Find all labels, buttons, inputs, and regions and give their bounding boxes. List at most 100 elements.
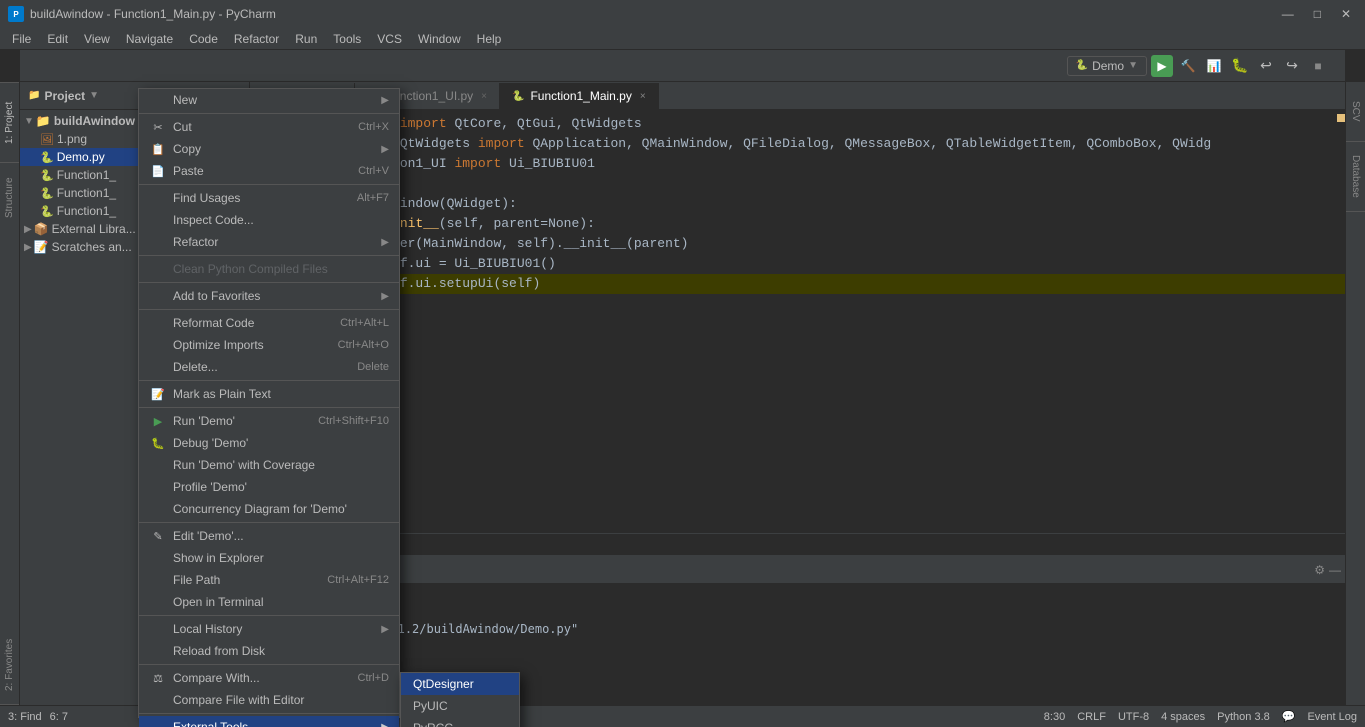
- build-button[interactable]: 🔨: [1177, 55, 1199, 77]
- ctx-refactor[interactable]: Refactor ▶: [139, 231, 399, 253]
- ctx-copy[interactable]: 📋 Copy ▶: [139, 138, 399, 160]
- submenu-qtdesigner[interactable]: QtDesigner: [401, 673, 519, 695]
- ctx-debug-demo-label: Debug 'Demo': [173, 436, 389, 450]
- ctx-run-coverage-label: Run 'Demo' with Coverage: [173, 458, 389, 472]
- menubar: File Edit View Navigate Code Refactor Ru…: [0, 28, 1365, 50]
- tree-label-1png: 1.png: [57, 132, 87, 146]
- ctx-edit-demo[interactable]: ✎ Edit 'Demo'...: [139, 525, 399, 547]
- ctx-optimize-imports[interactable]: Optimize Imports Ctrl+Alt+O: [139, 334, 399, 356]
- ctx-find-usages[interactable]: Find Usages Alt+F7: [139, 187, 399, 209]
- coverage-button[interactable]: 📊: [1203, 55, 1225, 77]
- ctx-file-path-shortcut: Ctrl+Alt+F12: [327, 574, 389, 586]
- status-line-col[interactable]: 8:30: [1044, 711, 1065, 723]
- close-button[interactable]: ✕: [1335, 5, 1357, 23]
- ctx-open-terminal[interactable]: Open in Terminal: [139, 591, 399, 613]
- tab-scv[interactable]: SCV: [1346, 82, 1365, 142]
- ctx-debug-demo[interactable]: 🐛 Debug 'Demo': [139, 432, 399, 454]
- ctx-external-tools[interactable]: External Tools ▶: [139, 716, 399, 727]
- menu-view[interactable]: View: [76, 30, 118, 48]
- menu-edit[interactable]: Edit: [39, 30, 76, 48]
- tree-label-root: buildAwindow: [54, 114, 135, 128]
- run-path-line: D:\py1: [282, 588, 1337, 602]
- project-dropdown[interactable]: ▼: [89, 90, 99, 101]
- ctx-reformat[interactable]: Reformat Code Ctrl+Alt+L: [139, 312, 399, 334]
- ctx-mark-plain-text[interactable]: 📝 Mark as Plain Text: [139, 383, 399, 405]
- ctx-run-coverage[interactable]: Run 'Demo' with Coverage: [139, 454, 399, 476]
- run-config-dropdown[interactable]: 🐍 Demo ▼: [1067, 56, 1147, 76]
- ctx-inspect-label: Inspect Code...: [173, 213, 389, 227]
- ctx-delete[interactable]: Delete... Delete: [139, 356, 399, 378]
- ctx-new[interactable]: New ▶: [139, 89, 399, 111]
- ctx-cut-shortcut: Ctrl+X: [358, 121, 389, 133]
- code-line-8: self.ui = Ui_BIUBIU01(): [250, 254, 1345, 274]
- ctx-reload-disk[interactable]: Reload from Disk: [139, 640, 399, 662]
- ctx-reformat-shortcut: Ctrl+Alt+L: [340, 317, 389, 329]
- debug-button[interactable]: 🐛: [1229, 55, 1251, 77]
- status-crlf[interactable]: CRLF: [1077, 711, 1106, 723]
- panel-settings-icon[interactable]: ⚙: [1314, 563, 1325, 577]
- code-line-3: from Function1_UI import Ui_BIUBIU01: [250, 154, 1345, 174]
- tab-function1ui-close[interactable]: ×: [481, 91, 487, 102]
- left-vertical-tabs: 1: Project Structure 2: Favorites: [0, 82, 20, 705]
- ctx-cut[interactable]: ✂ Cut Ctrl+X: [139, 116, 399, 138]
- maximize-button[interactable]: □: [1308, 5, 1327, 23]
- ctx-profile-demo[interactable]: Profile 'Demo': [139, 476, 399, 498]
- status-indent[interactable]: 4 spaces: [1161, 711, 1205, 723]
- menu-file[interactable]: File: [4, 30, 39, 48]
- code-line-9: 💡 self.ui.setupUi(self): [250, 274, 1345, 294]
- ctx-local-history-arrow: ▶: [381, 624, 389, 635]
- tab-project[interactable]: 1: Project: [0, 82, 19, 162]
- submenu-pyuic[interactable]: PyUIC: [401, 695, 519, 717]
- ctx-optimize-imports-label: Optimize Imports: [173, 338, 338, 352]
- project-title: Project: [44, 89, 85, 103]
- run-button[interactable]: ▶: [1151, 55, 1173, 77]
- tab-database[interactable]: Database: [1346, 142, 1365, 212]
- menu-tools[interactable]: Tools: [325, 30, 369, 48]
- forward-button[interactable]: ↪: [1281, 55, 1303, 77]
- ctx-inspect[interactable]: Inspect Code...: [139, 209, 399, 231]
- panel-close-icon[interactable]: —: [1329, 563, 1341, 577]
- submenu-pyrcc[interactable]: PyRCC: [401, 717, 519, 727]
- ctx-file-path[interactable]: File Path Ctrl+Alt+F12: [139, 569, 399, 591]
- ctx-compare-with[interactable]: ⚖ Compare With... Ctrl+D: [139, 667, 399, 689]
- status-event-log-icon: 💬: [1282, 710, 1296, 723]
- ctx-file-path-label: File Path: [173, 573, 327, 587]
- status-run-num[interactable]: 6: 7: [50, 711, 68, 723]
- menu-code[interactable]: Code: [181, 30, 226, 48]
- status-find[interactable]: 3: Find: [8, 711, 42, 723]
- status-encoding[interactable]: UTF-8: [1118, 711, 1149, 723]
- menu-run[interactable]: Run: [287, 30, 325, 48]
- tree-label-extlib: External Libra...: [52, 222, 136, 236]
- menu-window[interactable]: Window: [410, 30, 469, 48]
- tab-structure[interactable]: Structure: [0, 162, 19, 232]
- status-event-log[interactable]: Event Log: [1307, 711, 1357, 723]
- titlebar: P buildAwindow - Function1_Main.py - PyC…: [0, 0, 1365, 28]
- editor-area: 🐍 Demo.py × 🐍 Function1_UI.py × 🐍 Functi…: [250, 82, 1345, 705]
- ctx-open-terminal-label: Open in Terminal: [173, 595, 389, 609]
- ctx-local-history[interactable]: Local History ▶: [139, 618, 399, 640]
- ctx-add-favorites[interactable]: Add to Favorites ▶: [139, 285, 399, 307]
- tree-label-func1: Function1_: [57, 168, 116, 182]
- status-python[interactable]: Python 3.8: [1217, 711, 1270, 723]
- ctx-run-demo[interactable]: ▶ Run 'Demo' Ctrl+Shift+F10: [139, 410, 399, 432]
- code-editor[interactable]: from PyQt5 import QtCore, QtGui, QtWidge…: [250, 110, 1345, 533]
- menu-navigate[interactable]: Navigate: [118, 30, 181, 48]
- tab-function1main[interactable]: 🐍 Function1_Main.py ×: [500, 83, 659, 109]
- menu-refactor[interactable]: Refactor: [226, 30, 287, 48]
- tab-favorites[interactable]: 2: Favorites: [0, 625, 19, 705]
- minimize-button[interactable]: —: [1276, 5, 1300, 23]
- ctx-edit-demo-label: Edit 'Demo'...: [173, 529, 389, 543]
- menu-vcs[interactable]: VCS: [369, 30, 410, 48]
- menu-help[interactable]: Help: [469, 30, 510, 48]
- stop-button[interactable]: ■: [1307, 55, 1329, 77]
- ctx-reload-disk-label: Reload from Disk: [173, 644, 389, 658]
- ctx-show-explorer[interactable]: Show in Explorer: [139, 547, 399, 569]
- ctx-clean-python: Clean Python Compiled Files: [139, 258, 399, 280]
- ctx-new-arrow: ▶: [381, 95, 389, 106]
- ctx-paste[interactable]: 📄 Paste Ctrl+V: [139, 160, 399, 182]
- tab-function1main-close[interactable]: ×: [640, 91, 646, 102]
- ctx-concurrency[interactable]: Concurrency Diagram for 'Demo': [139, 498, 399, 520]
- ctx-cut-label: Cut: [173, 120, 358, 134]
- revert-button[interactable]: ↩: [1255, 55, 1277, 77]
- ctx-compare-editor[interactable]: Compare File with Editor: [139, 689, 399, 711]
